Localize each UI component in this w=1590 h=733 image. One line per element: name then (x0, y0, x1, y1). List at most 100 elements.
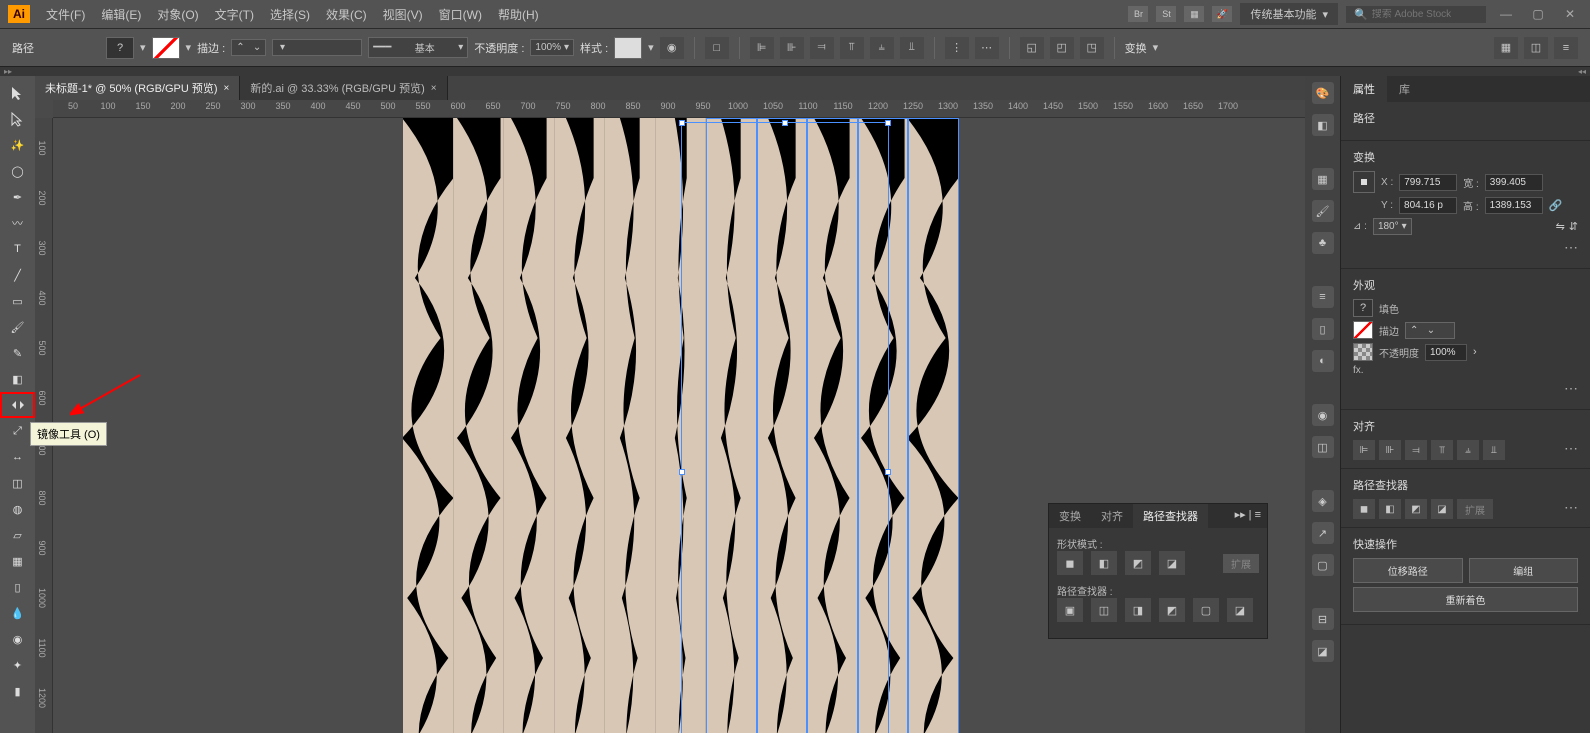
ruler-horizontal[interactable]: 5010015020025030035040045050055060065070… (53, 100, 1305, 118)
close-icon[interactable]: × (224, 83, 230, 94)
gradient-panel-icon[interactable]: ▯ (1312, 318, 1334, 340)
brushes-icon[interactable]: 🖌 (1312, 200, 1334, 222)
reflect-tool[interactable] (0, 392, 35, 418)
graphic-styles-icon[interactable]: ◫ (1312, 436, 1334, 458)
layout-icon[interactable]: ◫ (1524, 37, 1548, 59)
unite-icon[interactable]: ◼ (1057, 551, 1083, 575)
isolate-icon[interactable]: ◱ (1020, 37, 1044, 59)
shape-builder-tool[interactable]: ◍ (0, 496, 35, 522)
pen-tool[interactable]: ✒ (0, 184, 35, 210)
search-input[interactable] (1372, 9, 1472, 20)
align-hcenter-icon[interactable]: ⊪ (780, 37, 804, 59)
link-icon[interactable]: 🔗 (1549, 199, 1563, 212)
align-vcenter-icon[interactable]: ⫨ (870, 37, 894, 59)
chevron-down-icon[interactable]: ▾ (186, 41, 192, 54)
opacity-input[interactable] (1425, 344, 1467, 361)
offset-path-button[interactable]: 位移路径 (1353, 558, 1463, 583)
transparency-icon[interactable]: ◐ (1312, 350, 1334, 372)
maximize-button[interactable]: ▢ (1526, 6, 1550, 22)
fill-swatch[interactable]: ? (106, 37, 134, 59)
symbols-icon[interactable]: ♣ (1312, 232, 1334, 254)
menu-edit[interactable]: 编辑(E) (93, 6, 149, 23)
grid-view-icon[interactable]: ▦ (1494, 37, 1518, 59)
trim-icon[interactable]: ◫ (1091, 598, 1117, 622)
eyedropper-tool[interactable]: 💧 (0, 600, 35, 626)
menu-object[interactable]: 对象(O) (149, 6, 206, 23)
more-options-icon[interactable]: ⋯ (1564, 440, 1578, 460)
distribute-h-icon[interactable]: ⋮ (945, 37, 969, 59)
magic-wand-tool[interactable]: ✨ (0, 132, 35, 158)
menu-help[interactable]: 帮助(H) (490, 6, 547, 23)
stroke-panel-icon[interactable]: ≡ (1312, 286, 1334, 308)
free-transform-tool[interactable]: ◫ (0, 470, 35, 496)
opacity-icon[interactable] (1353, 343, 1373, 361)
menu-select[interactable]: 选择(S) (262, 6, 318, 23)
lasso-tool[interactable]: ◯ (0, 158, 35, 184)
document-tab-2[interactable]: 新的.ai @ 33.33% (RGB/GPU 预览) × (240, 76, 447, 100)
symbol-sprayer-tool[interactable]: ✦ (0, 652, 35, 678)
column-graph-tool[interactable]: ▮ (0, 678, 35, 704)
minimize-button[interactable]: — (1494, 6, 1518, 22)
tab-properties[interactable]: 属性 (1341, 76, 1387, 102)
align-artboard-icon[interactable]: □ (705, 37, 729, 59)
group-button[interactable]: 编组 (1469, 558, 1579, 583)
fill-swatch[interactable]: ? (1353, 299, 1373, 317)
layers-icon[interactable]: ◈ (1312, 490, 1334, 512)
gradient-tool[interactable]: ▯ (0, 574, 35, 600)
direct-selection-tool[interactable] (0, 106, 35, 132)
menu-type[interactable]: 文字(T) (207, 6, 262, 23)
minus-front-icon[interactable]: ◧ (1379, 499, 1401, 519)
chevron-down-icon[interactable]: ▾ (140, 41, 146, 54)
color-panel-icon[interactable]: 🎨 (1312, 82, 1334, 104)
rectangle-tool[interactable]: ▭ (0, 288, 35, 314)
artboards-icon[interactable]: ▢ (1312, 554, 1334, 576)
perspective-tool[interactable]: ▱ (0, 522, 35, 548)
curvature-tool[interactable]: 〰 (0, 210, 35, 236)
type-tool[interactable]: T (0, 236, 35, 262)
brush-def[interactable]: ━━━基本▾ (368, 37, 468, 58)
merge-icon[interactable]: ◨ (1125, 598, 1151, 622)
transform-label[interactable]: 变换 (1125, 40, 1147, 56)
divide-icon[interactable]: ▣ (1057, 598, 1083, 622)
y-input[interactable] (1399, 197, 1457, 214)
intersect-icon[interactable]: ◩ (1125, 551, 1151, 575)
panel-menu-icon[interactable]: ≡ (1554, 37, 1578, 59)
chevron-right-icon[interactable]: › (1473, 346, 1477, 358)
x-input[interactable] (1399, 174, 1457, 191)
expand-button[interactable]: 扩展 (1223, 554, 1259, 573)
menu-file[interactable]: 文件(F) (38, 6, 93, 23)
align-right-icon[interactable]: ⫤ (810, 37, 834, 59)
align-bottom-icon[interactable]: ⫫ (900, 37, 924, 59)
recolor-icon[interactable]: ◉ (660, 37, 684, 59)
align-left-icon[interactable]: ⊫ (750, 37, 774, 59)
width-tool[interactable]: ↔ (0, 444, 35, 470)
close-button[interactable]: ✕ (1558, 6, 1582, 22)
flip-h-icon[interactable]: ⇋ (1556, 220, 1565, 233)
pathfinder-panel-icon[interactable]: ◪ (1312, 640, 1334, 662)
height-input[interactable] (1485, 197, 1543, 214)
appearance-icon[interactable]: ◉ (1312, 404, 1334, 426)
tab-transform[interactable]: 变换 (1049, 504, 1091, 528)
exclude-icon[interactable]: ◪ (1159, 551, 1185, 575)
edit-icon[interactable]: ◳ (1080, 37, 1104, 59)
collapse-icon[interactable]: ▸▸ | ≡ (1229, 504, 1267, 528)
width-input[interactable] (1485, 174, 1543, 191)
more-options-icon[interactable]: ⋯ (1564, 239, 1578, 256)
tab-libraries[interactable]: 库 (1387, 76, 1422, 102)
stock-icon[interactable]: St (1156, 6, 1176, 22)
document-tab-1[interactable]: 未标题-1* @ 50% (RGB/GPU 预览) × (35, 76, 240, 100)
workspace-switcher[interactable]: 传统基本功能 ▾ (1240, 3, 1338, 25)
mesh-tool[interactable]: ▦ (0, 548, 35, 574)
stroke-swatch[interactable] (1353, 321, 1373, 339)
fx-label[interactable]: fx. (1353, 365, 1364, 376)
line-tool[interactable]: ╱ (0, 262, 35, 288)
tab-pathfinder[interactable]: 路径查找器 (1133, 504, 1208, 528)
align-vcenter-icon[interactable]: ⫨ (1457, 440, 1479, 460)
clip-icon[interactable]: ◰ (1050, 37, 1074, 59)
var-width-profile[interactable]: ▾ (272, 39, 362, 56)
expand-right-icon[interactable]: ◂◂ (1578, 67, 1586, 76)
reference-point-widget[interactable] (1353, 171, 1375, 193)
asset-export-icon[interactable]: ↗ (1312, 522, 1334, 544)
chevron-down-icon[interactable]: ▾ (648, 41, 654, 54)
blend-tool[interactable]: ◉ (0, 626, 35, 652)
